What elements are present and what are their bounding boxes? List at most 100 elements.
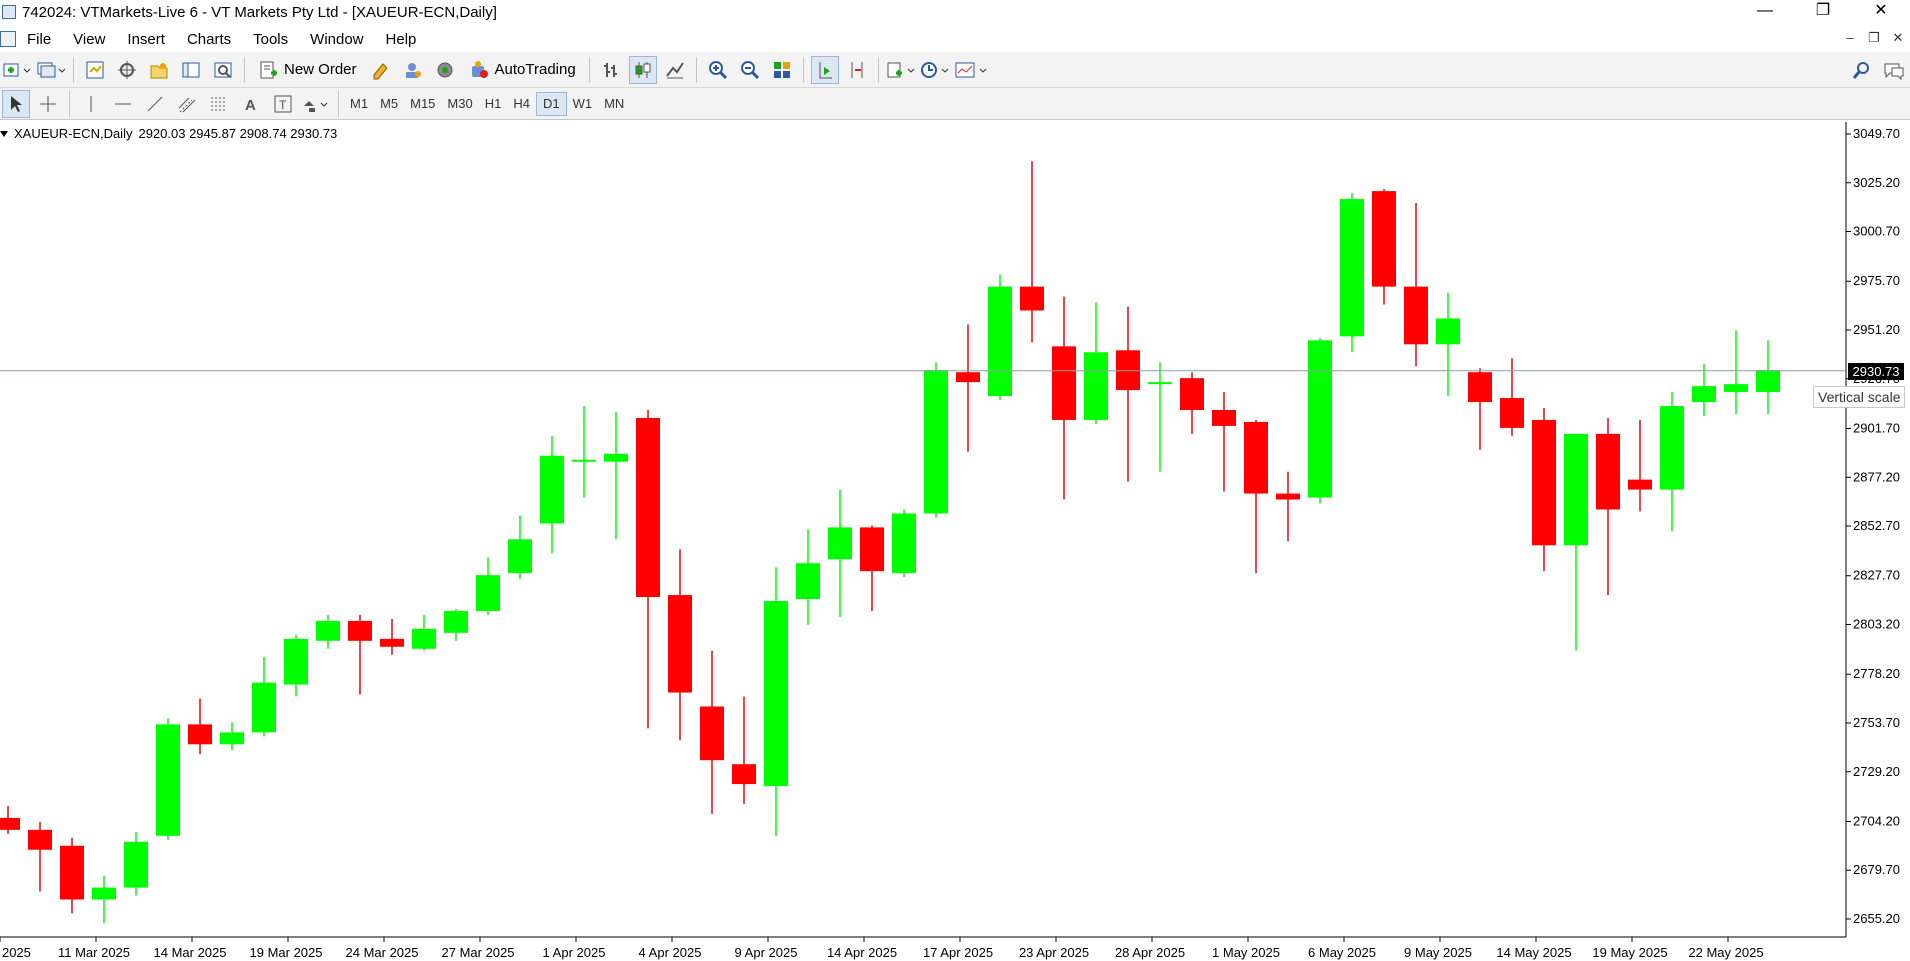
new-order-button[interactable]: New Order bbox=[252, 56, 363, 84]
vertical-line-icon[interactable] bbox=[77, 90, 105, 118]
terminal-icon[interactable] bbox=[177, 56, 205, 84]
navigator-icon[interactable] bbox=[145, 56, 173, 84]
zoom-in-icon[interactable] bbox=[704, 56, 732, 84]
candle-body bbox=[860, 527, 884, 572]
price-tick-label: 2877.20 bbox=[1853, 469, 1900, 484]
market-icon[interactable] bbox=[431, 56, 459, 84]
time-tick-label: 1 Apr 2025 bbox=[543, 945, 606, 960]
menu-tools[interactable]: Tools bbox=[242, 31, 299, 48]
candle-body bbox=[1372, 191, 1396, 287]
candle-body bbox=[156, 724, 180, 836]
new-order-icon bbox=[260, 61, 277, 78]
chart-shift-icon[interactable] bbox=[843, 56, 871, 84]
candle-body bbox=[124, 841, 148, 888]
menu-insert[interactable]: Insert bbox=[116, 31, 176, 48]
timeframe-h4[interactable]: H4 bbox=[507, 92, 536, 116]
time-tick-label: 5 Mar 2025 bbox=[0, 945, 31, 960]
fibonacci-icon[interactable] bbox=[205, 90, 233, 118]
strategy-tester-icon[interactable] bbox=[209, 56, 237, 84]
autotrading-button[interactable]: AutoTrading bbox=[463, 56, 582, 84]
minimize-button[interactable]: — bbox=[1736, 0, 1794, 24]
candle-body bbox=[1660, 406, 1684, 490]
window-title: 742024: VTMarkets-Live 6 - VT Markets Pt… bbox=[22, 3, 497, 21]
templates-icon[interactable] bbox=[954, 56, 988, 84]
standard-toolbar: New Order AutoTrading bbox=[0, 52, 1910, 88]
timeframe-mn[interactable]: MN bbox=[598, 92, 630, 116]
mdi-close-button[interactable]: ✕ bbox=[1886, 26, 1910, 52]
candle-body bbox=[572, 459, 596, 462]
candle-body bbox=[540, 455, 564, 524]
svg-text:T: T bbox=[279, 98, 287, 112]
time-tick-label: 19 Mar 2025 bbox=[250, 945, 323, 960]
mdi-restore-button[interactable]: ❐ bbox=[1862, 26, 1886, 52]
price-tick-label: 2655.20 bbox=[1853, 911, 1900, 926]
candle-body bbox=[444, 610, 468, 633]
zoom-out-icon[interactable] bbox=[736, 56, 764, 84]
bar-chart-icon[interactable] bbox=[597, 56, 625, 84]
collapse-triangle-icon[interactable] bbox=[0, 130, 8, 137]
mdi-controls: – ❐ ✕ bbox=[1838, 26, 1910, 52]
cursor-icon[interactable] bbox=[2, 89, 30, 118]
trendline-icon[interactable] bbox=[141, 90, 169, 118]
timeframe-m5[interactable]: M5 bbox=[374, 92, 404, 116]
chart-window[interactable]: 2655.20 2679.70 2704.20 2729.20 2753.70 2778.… bbox=[0, 122, 1910, 961]
menu-view[interactable]: View bbox=[62, 31, 116, 48]
horizontal-line-icon[interactable] bbox=[109, 90, 137, 118]
candle-body bbox=[1308, 340, 1332, 498]
menu-window[interactable]: Window bbox=[299, 31, 374, 48]
metaeditor-icon[interactable] bbox=[367, 56, 395, 84]
text-icon[interactable]: A bbox=[237, 90, 265, 118]
timeframe-d1[interactable]: D1 bbox=[535, 91, 567, 116]
line-studies-toolbar: A T M1 M5 M15 M30 H1 H4 D1 W1 MN bbox=[0, 88, 1910, 120]
mdi-minimize-button[interactable]: – bbox=[1838, 26, 1862, 52]
indicators-icon[interactable] bbox=[886, 56, 916, 84]
price-tick-label: 2679.70 bbox=[1853, 862, 1900, 877]
timeframe-m15[interactable]: M15 bbox=[404, 92, 441, 116]
candlestick-chart-icon[interactable] bbox=[628, 55, 657, 84]
candle-body bbox=[188, 724, 212, 745]
candle-body bbox=[1724, 384, 1748, 393]
equidistant-channel-icon[interactable] bbox=[173, 90, 201, 118]
candle-body bbox=[1052, 346, 1076, 420]
price-tick-label: 2951.20 bbox=[1853, 322, 1900, 337]
menu-help[interactable]: Help bbox=[375, 31, 428, 48]
crosshair-icon[interactable] bbox=[34, 90, 62, 118]
auto-scroll-icon[interactable] bbox=[810, 55, 839, 84]
vertical-scale-tooltip: Vertical scale bbox=[1813, 386, 1906, 408]
time-tick-label: 19 May 2025 bbox=[1592, 945, 1667, 960]
candle-body bbox=[1148, 382, 1172, 385]
timeframe-w1[interactable]: W1 bbox=[567, 92, 599, 116]
close-button[interactable]: ✕ bbox=[1852, 0, 1910, 24]
price-chart[interactable]: 2655.20 2679.70 2704.20 2729.20 2753.70 2778.… bbox=[0, 122, 1910, 961]
menu-charts[interactable]: Charts bbox=[176, 31, 242, 48]
arrows-icon[interactable] bbox=[301, 90, 331, 118]
text-label-icon[interactable]: T bbox=[269, 90, 297, 118]
new-chart-icon[interactable] bbox=[2, 56, 32, 84]
menu-file[interactable]: File bbox=[16, 31, 62, 48]
timeframe-h1[interactable]: H1 bbox=[479, 92, 508, 116]
candle-body bbox=[924, 370, 948, 514]
candle-body bbox=[92, 887, 116, 900]
price-tick-label: 2753.70 bbox=[1853, 715, 1900, 730]
profiles-icon[interactable] bbox=[36, 56, 66, 84]
time-tick-label: 17 Apr 2025 bbox=[923, 945, 993, 960]
periods-icon[interactable] bbox=[920, 56, 950, 84]
restore-button[interactable]: ❐ bbox=[1794, 0, 1852, 24]
chat-icon[interactable] bbox=[1880, 56, 1908, 84]
signals-icon[interactable] bbox=[399, 56, 427, 84]
tile-windows-icon[interactable] bbox=[768, 56, 796, 84]
svg-text:A: A bbox=[245, 97, 256, 114]
timeframe-m1[interactable]: M1 bbox=[344, 92, 374, 116]
autotrading-label: AutoTrading bbox=[494, 61, 576, 78]
search-icon[interactable] bbox=[1848, 56, 1876, 84]
candle-body bbox=[988, 286, 1012, 397]
time-tick-label: 23 Apr 2025 bbox=[1019, 945, 1089, 960]
data-window-icon[interactable] bbox=[113, 56, 141, 84]
chart-window-icon[interactable] bbox=[0, 31, 16, 47]
candle-body bbox=[476, 575, 500, 611]
market-watch-icon[interactable] bbox=[81, 56, 109, 84]
chart-ohlc-label: 2920.03 2945.87 2908.74 2930.73 bbox=[138, 126, 338, 141]
timeframe-m30[interactable]: M30 bbox=[441, 92, 478, 116]
candle-body bbox=[1340, 199, 1364, 337]
line-chart-icon[interactable] bbox=[661, 56, 689, 84]
